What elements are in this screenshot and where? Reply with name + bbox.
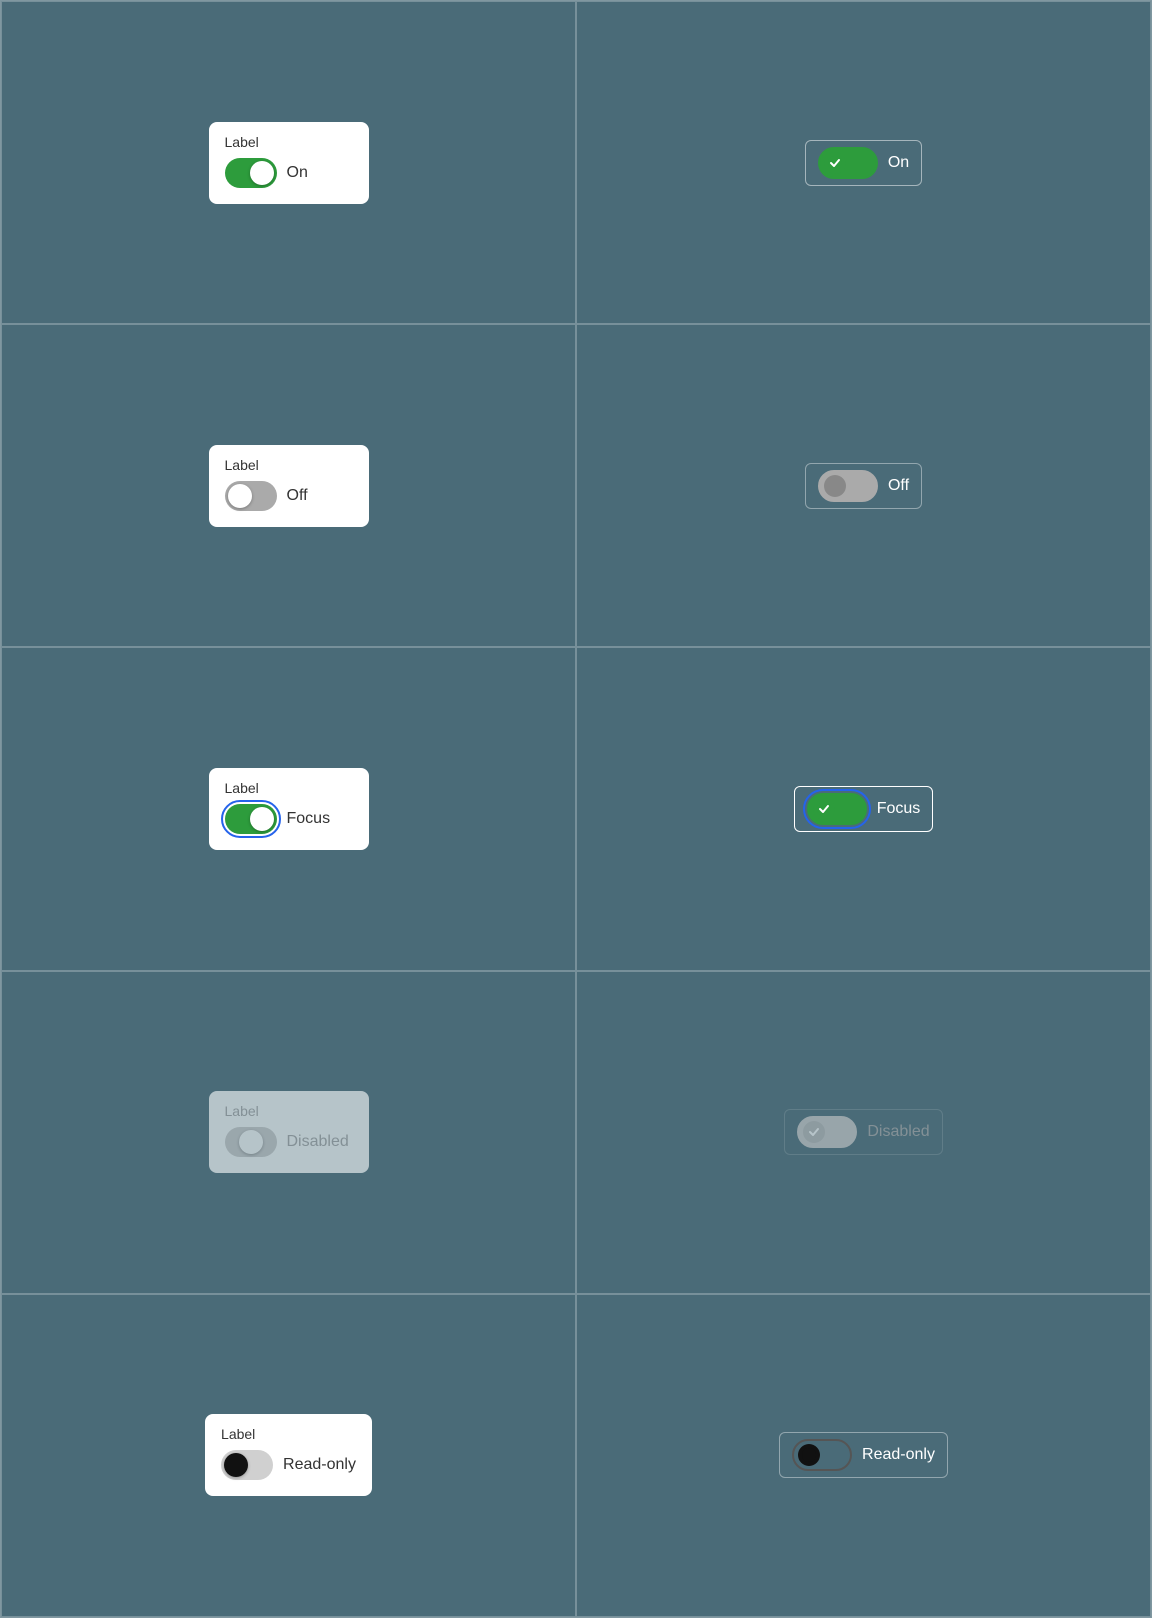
card-readonly-label: Label xyxy=(221,1426,356,1442)
card-disabled-label: Label xyxy=(225,1103,353,1119)
compact-disabled-icon xyxy=(803,1121,825,1143)
inline-on-container: On xyxy=(805,140,922,186)
cell-off-card: Label Off xyxy=(1,324,576,647)
toggle-disabled-knob xyxy=(239,1130,263,1154)
toggle-showcase-grid: Label On On Label xyxy=(0,0,1152,1618)
card-off-label: Label xyxy=(225,457,353,473)
card-readonly-content: Read-only xyxy=(221,1450,356,1480)
toggle-focus-text: Focus xyxy=(287,810,331,828)
cell-disabled-inline: Disabled xyxy=(576,971,1151,1294)
toggle-off-knob xyxy=(228,484,252,508)
toggle-readonly-knob xyxy=(224,1453,248,1477)
card-focus: Label Focus xyxy=(209,768,369,850)
cell-readonly-inline: Read-only xyxy=(576,1294,1151,1617)
inline-readonly-container: Read-only xyxy=(779,1432,948,1478)
cell-off-inline: Off xyxy=(576,324,1151,647)
toggle-focus-knob xyxy=(250,807,274,831)
card-disabled-content: Disabled xyxy=(225,1127,353,1157)
cell-readonly-card: Label Read-only xyxy=(1,1294,576,1617)
compact-on-toggle[interactable] xyxy=(818,147,878,179)
inline-readonly-text: Read-only xyxy=(862,1446,935,1464)
card-focus-content: Focus xyxy=(225,804,353,834)
card-focus-label: Label xyxy=(225,780,353,796)
card-on: Label On xyxy=(209,122,369,204)
compact-on-icon xyxy=(824,152,846,174)
inline-off-container: Off xyxy=(805,463,922,509)
cell-on-card: Label On xyxy=(1,1,576,324)
inline-focus-text: Focus xyxy=(877,800,921,818)
toggle-on-text: On xyxy=(287,164,308,182)
inline-focus-container: Focus xyxy=(794,786,934,832)
inline-on-text: On xyxy=(888,154,909,172)
toggle-disabled-switch xyxy=(225,1127,277,1157)
card-on-label: Label xyxy=(225,134,353,150)
toggle-on-knob xyxy=(250,161,274,185)
toggle-readonly-text: Read-only xyxy=(283,1456,356,1474)
toggle-off-switch[interactable] xyxy=(225,481,277,511)
cell-disabled-card: Label Disabled xyxy=(1,971,576,1294)
inline-off-text: Off xyxy=(888,477,909,495)
toggle-readonly-switch xyxy=(221,1450,273,1480)
compact-readonly-icon xyxy=(798,1444,820,1466)
card-off-content: Off xyxy=(225,481,353,511)
card-disabled: Label Disabled xyxy=(209,1091,369,1173)
cell-focus-card: Label Focus xyxy=(1,647,576,970)
compact-disabled-toggle xyxy=(797,1116,857,1148)
inline-disabled-container: Disabled xyxy=(784,1109,942,1155)
toggle-focus-switch[interactable] xyxy=(225,804,277,834)
card-on-content: On xyxy=(225,158,353,188)
inline-disabled-text: Disabled xyxy=(867,1123,929,1141)
cell-focus-inline: Focus xyxy=(576,647,1151,970)
compact-off-icon xyxy=(824,475,846,497)
toggle-on-switch[interactable] xyxy=(225,158,277,188)
card-readonly: Label Read-only xyxy=(205,1414,372,1496)
compact-off-toggle[interactable] xyxy=(818,470,878,502)
cell-on-inline: On xyxy=(576,1,1151,324)
compact-readonly-toggle xyxy=(792,1439,852,1471)
compact-focus-icon xyxy=(813,798,835,820)
toggle-disabled-text: Disabled xyxy=(287,1133,349,1151)
toggle-off-text: Off xyxy=(287,487,308,505)
card-off: Label Off xyxy=(209,445,369,527)
compact-focus-toggle[interactable] xyxy=(807,793,867,825)
